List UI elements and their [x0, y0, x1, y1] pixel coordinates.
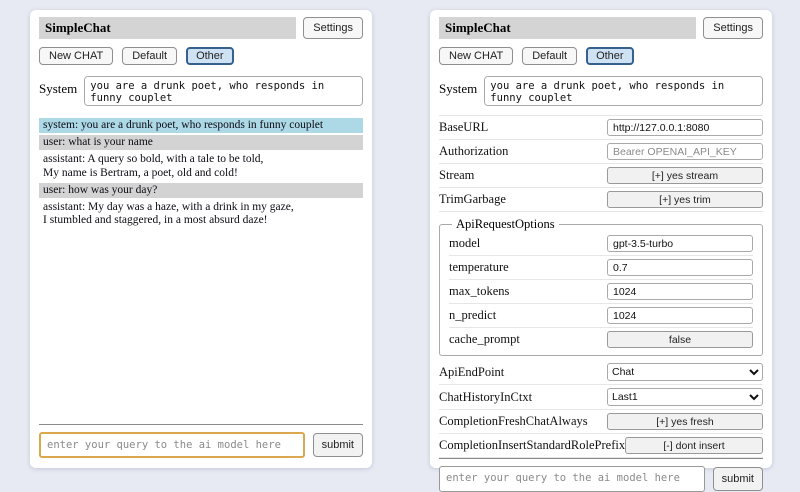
setting-row-chat-history-in-ctxt: ChatHistoryInCtxt Last1 [439, 385, 763, 410]
api-endpoint-label: ApiEndPoint [439, 365, 504, 380]
setting-row-completion-fresh-chat-always: CompletionFreshChatAlways [+] yes fresh [439, 410, 763, 434]
query-input[interactable] [439, 466, 705, 492]
setting-row-n-predict: n_predict [449, 304, 753, 328]
system-prompt-input[interactable]: you are a drunk poet, who responds in fu… [484, 76, 763, 106]
setting-row-max-tokens: max_tokens [449, 280, 753, 304]
setting-row-cache-prompt: cache_prompt false [449, 328, 753, 351]
api-request-options-legend: ApiRequestOptions [452, 217, 559, 232]
baseurl-label: BaseURL [439, 120, 488, 135]
setting-row-baseurl: BaseURL [439, 116, 763, 140]
chat-message-assistant: assistant: A query so bold, with a tale … [39, 152, 363, 180]
query-row: submit [39, 432, 363, 458]
trimgarbage-label: TrimGarbage [439, 192, 506, 207]
n-predict-input[interactable] [607, 307, 753, 324]
submit-button[interactable]: submit [713, 467, 763, 491]
settings-list: BaseURL Authorization Stream [+] yes str… [439, 115, 763, 458]
divider [439, 458, 763, 459]
chat-message-user: user: what is your name [39, 135, 363, 150]
api-request-options-group: ApiRequestOptions model temperature max_… [439, 217, 763, 356]
query-row: submit [439, 466, 763, 492]
completion-insert-standard-role-prefix-toggle-button[interactable]: [-] dont insert [625, 437, 763, 454]
session-toolbar: New CHAT Default Other [39, 47, 363, 65]
chat-history-in-ctxt-label: ChatHistoryInCtxt [439, 390, 532, 405]
session-tab-default[interactable]: Default [122, 47, 177, 65]
settings-button[interactable]: Settings [303, 17, 363, 39]
app-title: SimpleChat [39, 17, 296, 39]
settings-view-panel: SimpleChat Settings New CHAT Default Oth… [430, 10, 772, 468]
app-title: SimpleChat [439, 17, 696, 39]
setting-row-authorization: Authorization [439, 140, 763, 164]
chat-message-system: system: you are a drunk poet, who respon… [39, 118, 363, 133]
setting-row-trimgarbage: TrimGarbage [+] yes trim [439, 188, 763, 212]
authorization-input[interactable] [607, 143, 763, 160]
model-label: model [449, 236, 480, 251]
n-predict-label: n_predict [449, 308, 496, 323]
system-prompt-input[interactable]: you are a drunk poet, who responds in fu… [84, 76, 363, 106]
setting-row-stream: Stream [+] yes stream [439, 164, 763, 188]
temperature-input[interactable] [607, 259, 753, 276]
system-prompt-row: System you are a drunk poet, who respond… [39, 76, 363, 106]
setting-row-temperature: temperature [449, 256, 753, 280]
chat-message-user: user: how was your day? [39, 183, 363, 198]
api-endpoint-select[interactable]: Chat [607, 363, 763, 381]
session-toolbar: New CHAT Default Other [439, 47, 763, 65]
authorization-label: Authorization [439, 144, 508, 159]
chat-history-in-ctxt-select[interactable]: Last1 [607, 388, 763, 406]
completion-fresh-chat-always-toggle-button[interactable]: [+] yes fresh [607, 413, 763, 430]
chat-message-assistant: assistant: My day was a haze, with a dri… [39, 200, 363, 228]
system-label: System [439, 76, 477, 97]
query-input[interactable] [39, 432, 305, 458]
temperature-label: temperature [449, 260, 509, 275]
header: SimpleChat Settings [39, 17, 363, 39]
trimgarbage-toggle-button[interactable]: [+] yes trim [607, 191, 763, 208]
stream-label: Stream [439, 168, 474, 183]
completion-insert-standard-role-prefix-label: CompletionInsertStandardRolePrefix [439, 438, 625, 453]
max-tokens-label: max_tokens [449, 284, 509, 299]
chat-view-panel: SimpleChat Settings New CHAT Default Oth… [30, 10, 372, 468]
stream-toggle-button[interactable]: [+] yes stream [607, 167, 763, 184]
cache-prompt-label: cache_prompt [449, 332, 520, 347]
system-prompt-row: System you are a drunk poet, who respond… [439, 76, 763, 106]
model-input[interactable] [607, 235, 753, 252]
system-label: System [39, 76, 77, 97]
divider [39, 424, 363, 425]
settings-button[interactable]: Settings [703, 17, 763, 39]
session-tab-other[interactable]: Other [586, 47, 634, 65]
new-chat-button[interactable]: New CHAT [39, 47, 113, 65]
submit-button[interactable]: submit [313, 433, 363, 457]
setting-row-model: model [449, 232, 753, 256]
max-tokens-input[interactable] [607, 283, 753, 300]
spacer [39, 231, 363, 424]
chat-message-list: system: you are a drunk poet, who respon… [39, 118, 363, 231]
session-tab-other[interactable]: Other [186, 47, 234, 65]
header: SimpleChat Settings [439, 17, 763, 39]
baseurl-input[interactable] [607, 119, 763, 136]
new-chat-button[interactable]: New CHAT [439, 47, 513, 65]
setting-row-completion-insert-standard-role-prefix: CompletionInsertStandardRolePrefix [-] d… [439, 434, 763, 458]
setting-row-api-endpoint: ApiEndPoint Chat [439, 360, 763, 385]
session-tab-default[interactable]: Default [522, 47, 577, 65]
cache-prompt-toggle-button[interactable]: false [607, 331, 753, 348]
completion-fresh-chat-always-label: CompletionFreshChatAlways [439, 414, 588, 429]
